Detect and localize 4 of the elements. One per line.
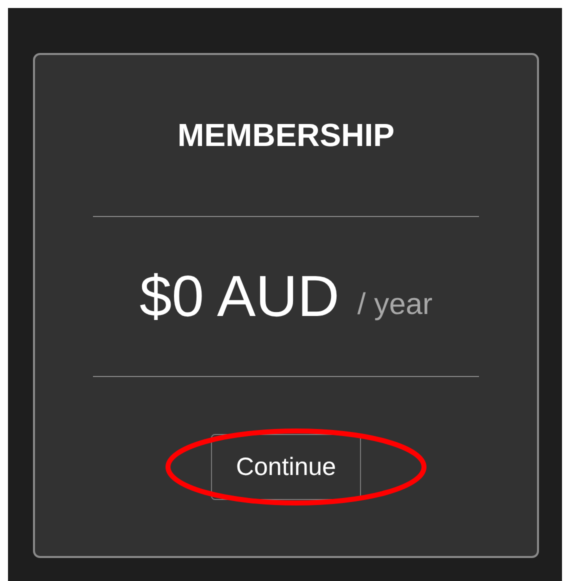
price: $0 AUD — [140, 263, 340, 330]
continue-button[interactable]: Continue — [210, 434, 362, 500]
price-period: / year — [357, 288, 432, 322]
card-title: MEMBERSHIP — [178, 117, 394, 154]
